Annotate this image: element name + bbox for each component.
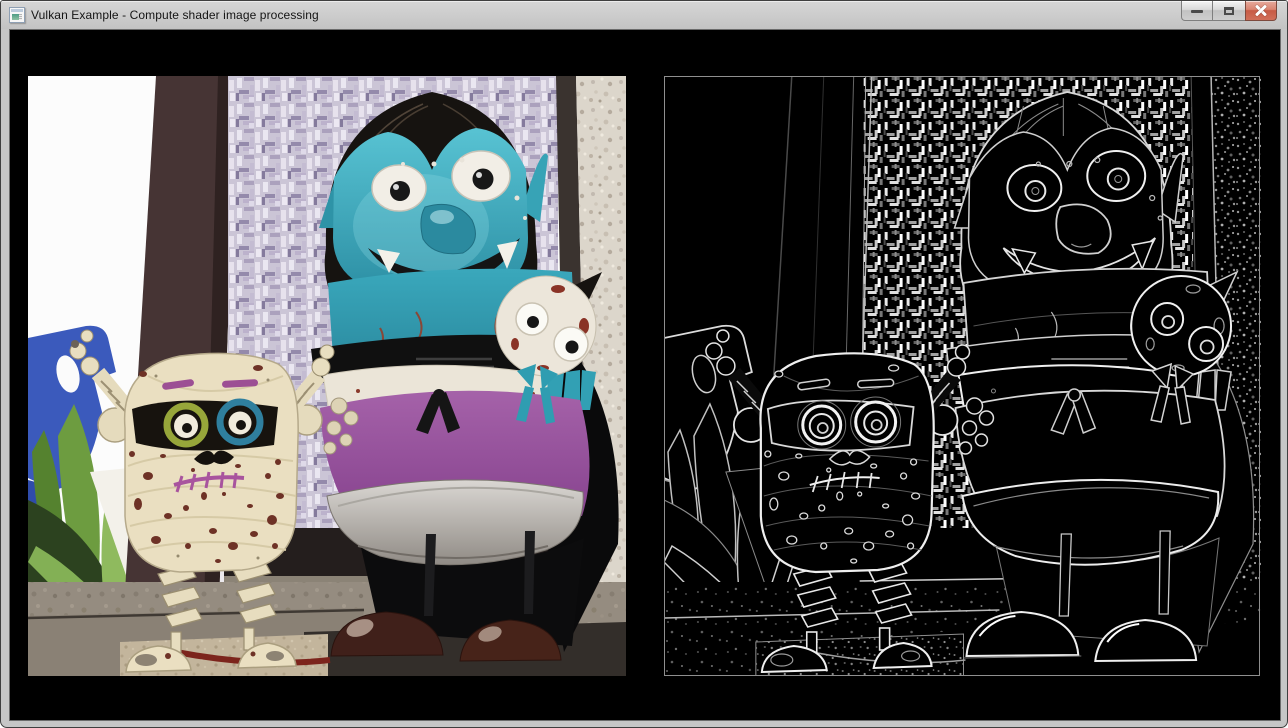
close-icon [1254, 5, 1268, 17]
minimize-icon [1191, 10, 1203, 13]
original-image [28, 76, 626, 676]
maximize-icon [1224, 7, 1234, 15]
app-icon [9, 7, 25, 23]
app-window: Vulkan Example - Compute shader image pr… [0, 0, 1288, 728]
titlebar[interactable]: Vulkan Example - Compute shader image pr… [1, 1, 1287, 29]
edge-detect-image [664, 76, 1261, 676]
original-image-pane [28, 76, 626, 676]
maximize-button[interactable] [1213, 1, 1245, 21]
window-controls [1181, 1, 1277, 21]
close-button[interactable] [1245, 1, 1277, 21]
client-area [10, 30, 1280, 720]
window-title: Vulkan Example - Compute shader image pr… [31, 8, 319, 22]
minimize-button[interactable] [1181, 1, 1213, 21]
processed-image-pane [664, 76, 1261, 676]
